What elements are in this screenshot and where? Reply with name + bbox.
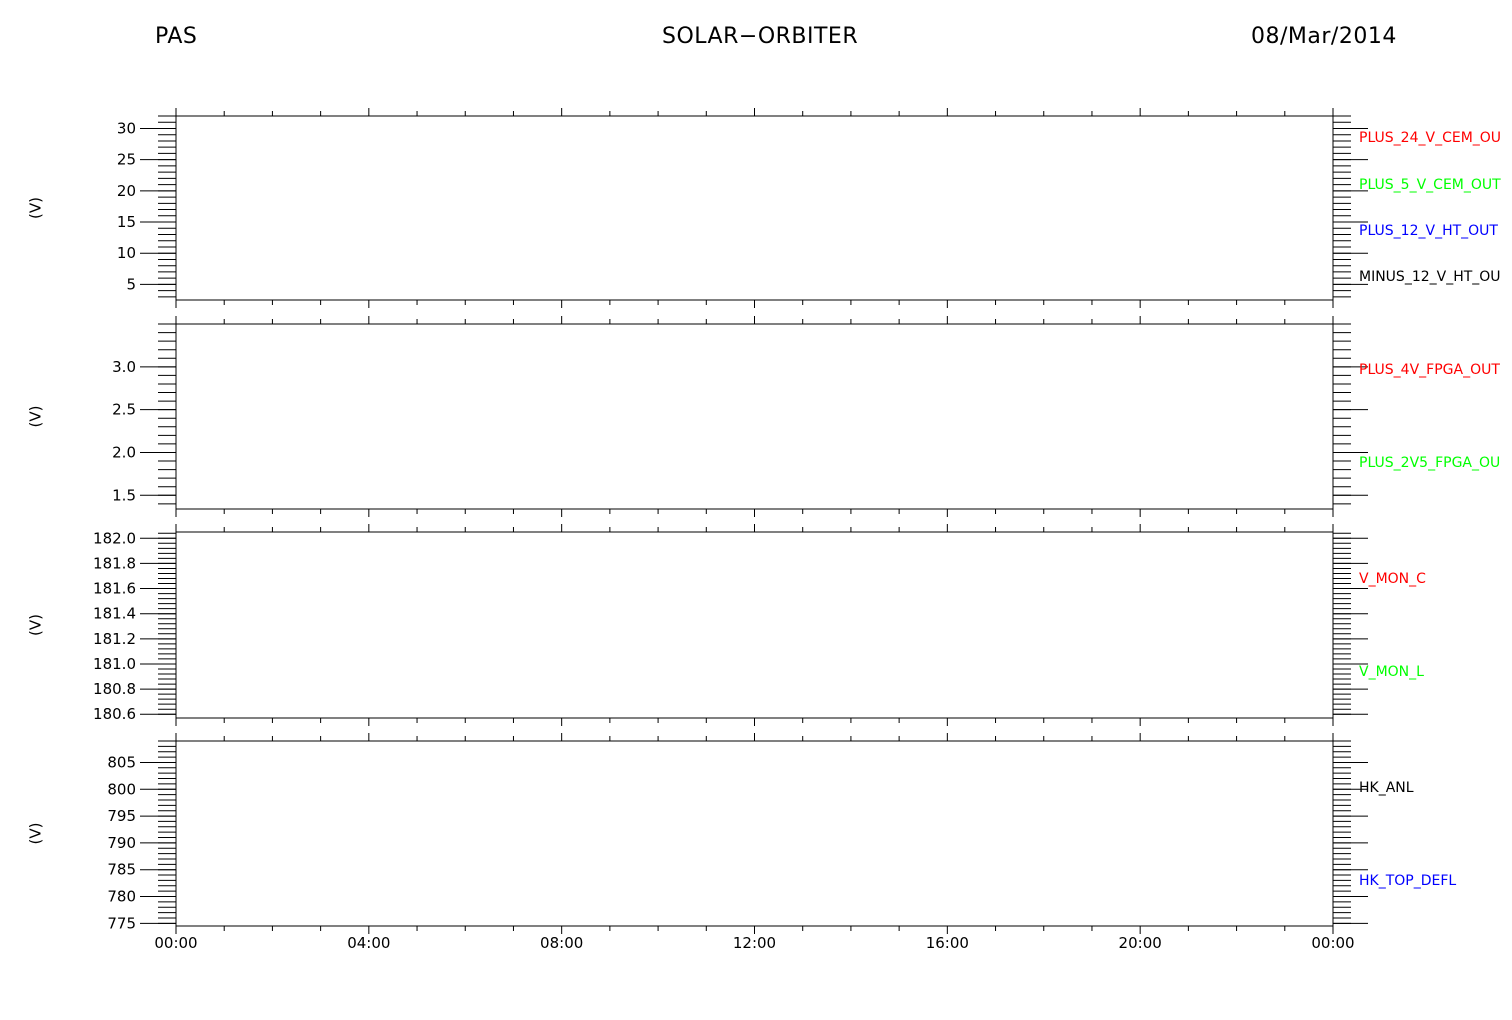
y-tick-label: 181.4 [93, 605, 136, 623]
y-tick-label: 775 [107, 914, 136, 932]
series-label: PLUS_4V_FPGA_OUT [1359, 362, 1500, 378]
y-tick-label: 20 [117, 182, 136, 200]
y-tick-label: 5 [126, 275, 136, 293]
y-tick-label: 790 [107, 834, 136, 852]
series-label: PLUS_2V5_FPGA_OU [1359, 455, 1500, 471]
x-tick-label: 04:00 [347, 934, 390, 952]
y-tick-label: 805 [107, 753, 136, 771]
y-axis-label: (V) [27, 614, 45, 636]
x-tick-label: 00:00 [1311, 934, 1354, 952]
series-label: PLUS_5_V_CEM_OUT [1359, 177, 1501, 193]
y-tick-label: 180.8 [93, 680, 136, 698]
x-tick-label: 16:00 [926, 934, 969, 952]
y-tick-label: 10 [117, 244, 136, 262]
y-axis-label: (V) [27, 823, 45, 845]
x-tick-label: 00:00 [154, 934, 197, 952]
series-label: V_MON_L [1359, 664, 1424, 680]
y-tick-label: 795 [107, 807, 136, 825]
y-tick-label: 180.6 [93, 705, 136, 723]
series-label: HK_ANL [1359, 780, 1414, 796]
series-label: V_MON_C [1359, 571, 1426, 587]
y-tick-label: 785 [107, 861, 136, 879]
y-tick-label: 181.0 [93, 655, 136, 673]
series-label: HK_TOP_DEFL [1359, 873, 1456, 889]
y-tick-label: 780 [107, 888, 136, 906]
x-tick-label: 08:00 [540, 934, 583, 952]
y-tick-label: 182.0 [93, 529, 136, 547]
x-tick-label: 20:00 [1119, 934, 1162, 952]
series-label: PLUS_24_V_CEM_OU [1359, 130, 1501, 146]
y-tick-label: 181.2 [93, 630, 136, 648]
y-tick-label: 25 [117, 151, 136, 169]
y-tick-label: 15 [117, 213, 136, 231]
series-label: PLUS_12_V_HT_OUT [1359, 223, 1498, 239]
housekeeping-chart: 5 10 15 20 25 30 (V) PLUS_24_V_CEM_OU PLUS_5_V_C… [27, 108, 1501, 952]
y-axis-label: (V) [27, 197, 45, 219]
y-tick-label: 2.5 [112, 401, 136, 419]
y-tick-label: 30 [117, 119, 136, 137]
y-tick-label: 181.8 [93, 554, 136, 572]
y-tick-label: 800 [107, 780, 136, 798]
y-tick-label: 3.0 [112, 358, 136, 376]
series-label: MINUS_12_V_HT_OU [1359, 269, 1501, 285]
y-axis-label: (V) [27, 406, 45, 428]
y-tick-label: 1.5 [112, 486, 136, 504]
x-tick-label: 12:00 [733, 934, 776, 952]
y-tick-label: 2.0 [112, 443, 136, 461]
y-tick-label: 181.6 [93, 580, 136, 598]
